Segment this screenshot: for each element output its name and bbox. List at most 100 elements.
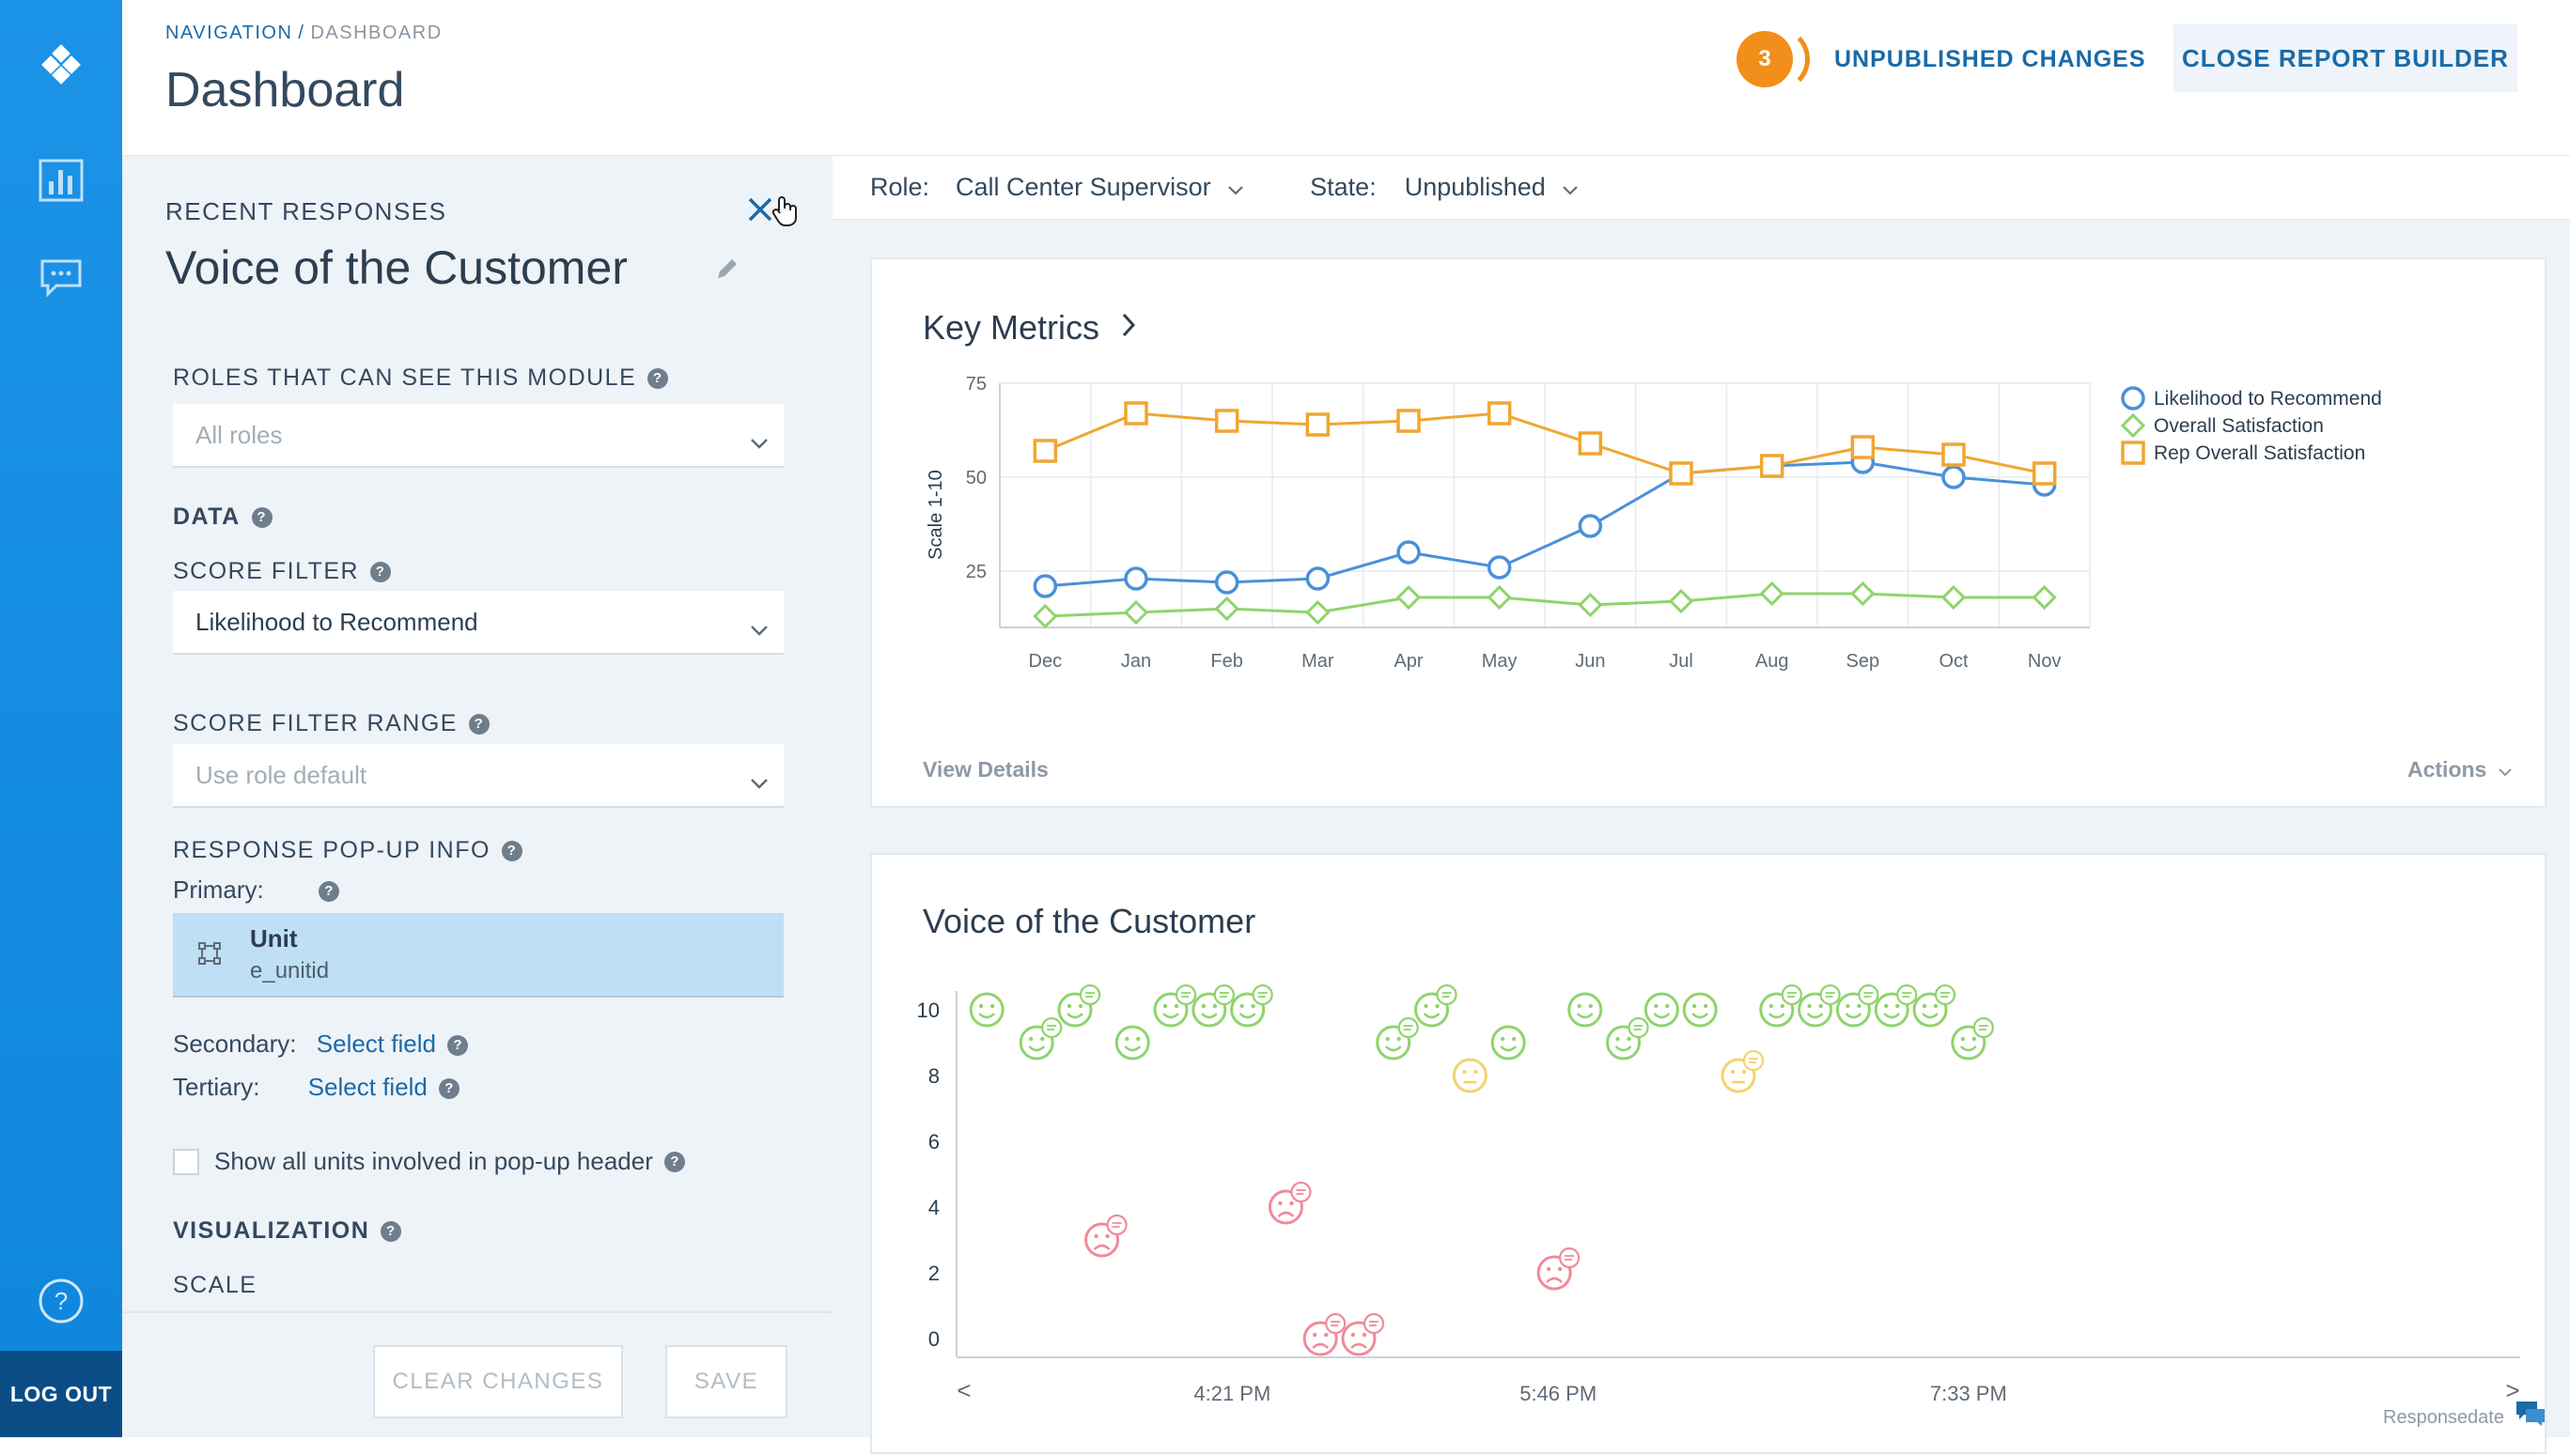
state-filter-select[interactable]: Unpublished <box>1405 173 1580 202</box>
close-report-builder-button[interactable]: CLOSE REPORT BUILDER <box>2173 24 2517 92</box>
data-point <box>1395 584 1422 611</box>
face-eye <box>989 1003 995 1009</box>
bar-chart-icon[interactable] <box>0 133 122 227</box>
help-icon[interactable]: ? <box>251 507 273 529</box>
face-eye <box>1807 1003 1812 1009</box>
x-tick-label: Nov <box>2028 651 2062 672</box>
show-units-checkbox[interactable] <box>173 1148 199 1175</box>
secondary-select-field-link[interactable]: Select field <box>317 1030 436 1058</box>
sad-face-icon[interactable] <box>1302 1312 1347 1356</box>
face-eye <box>1818 1003 1823 1009</box>
view-details-link[interactable]: View Details <box>923 757 1049 782</box>
sad-face-icon[interactable] <box>1536 1247 1581 1291</box>
score-filter-select[interactable]: Likelihood to Recommend <box>173 591 784 655</box>
happy-face-icon[interactable] <box>1490 1025 1526 1061</box>
neutral-face-icon[interactable] <box>1452 1058 1487 1093</box>
face-eye <box>1971 1036 1977 1042</box>
data-point <box>1396 540 1421 565</box>
bubble-outline <box>1436 984 1457 1006</box>
face-eye <box>1857 1003 1861 1009</box>
happy-face-icon[interactable] <box>1606 1016 1649 1061</box>
legend-marker <box>2121 441 2145 465</box>
score-range-select[interactable]: Use role default <box>173 744 784 808</box>
face-eye <box>1588 1003 1593 1009</box>
happy-face-icon[interactable] <box>1114 1025 1150 1061</box>
help-icon[interactable]: ? <box>446 1035 468 1057</box>
logo-diamond-icon[interactable] <box>0 0 122 130</box>
primary-label: Primary:? <box>173 875 339 905</box>
happy-face-icon[interactable] <box>1798 984 1841 1028</box>
chat-bubble-icon[interactable] <box>0 231 122 325</box>
sad-face-icon[interactable] <box>1268 1181 1312 1225</box>
roles-label-text: ROLES THAT CAN SEE THIS MODULE <box>173 364 637 391</box>
sad-face-icon[interactable] <box>1084 1214 1128 1258</box>
happy-face-icon[interactable] <box>1835 984 1879 1028</box>
tertiary-select-field-link[interactable]: Select field <box>308 1073 428 1101</box>
happy-face-icon[interactable] <box>1153 984 1197 1028</box>
x-tick-label: Jan <box>1121 651 1151 672</box>
state-filter-label: State: <box>1310 173 1377 201</box>
face-eye <box>1136 1036 1141 1042</box>
x-tick-label: 4:21 PM <box>1193 1382 1270 1405</box>
data-point <box>1941 465 1966 489</box>
happy-face-icon[interactable] <box>1414 984 1457 1028</box>
primary-field-card[interactable]: Unit e_unitid <box>173 913 784 998</box>
roles-select[interactable]: All roles <box>173 404 784 468</box>
actions-menu[interactable]: Actions <box>2407 757 2512 782</box>
visualization-label: VISUALIZATION? <box>173 1217 402 1245</box>
bubble-outline <box>1325 1312 1347 1335</box>
happy-face-icon[interactable] <box>1874 984 1918 1028</box>
face-eye <box>1960 1036 1966 1042</box>
voc-scatter-chart: 02468104:21 PM 5:46 PM 7:33 PM< > <box>917 984 2520 1405</box>
svg-text:?: ? <box>55 1287 68 1315</box>
y-tick-label: 2 <box>928 1262 940 1285</box>
happy-face-icon[interactable] <box>1912 984 1956 1028</box>
key-metrics-title[interactable]: Key Metrics <box>923 308 1137 348</box>
happy-face-icon[interactable] <box>969 992 1005 1028</box>
x-tick-label: Dec <box>1029 651 1063 672</box>
face-eye <box>1078 1003 1083 1009</box>
help-icon[interactable]: ? <box>501 841 522 862</box>
sad-face-icon[interactable] <box>1341 1312 1385 1356</box>
unpublished-changes[interactable]: 3 UNPUBLISHED CHANGES <box>1737 27 2146 91</box>
face-eye <box>1105 1233 1110 1239</box>
help-icon[interactable]: ? <box>468 714 490 736</box>
prev-arrow[interactable]: < <box>957 1376 971 1404</box>
clear-changes-button[interactable]: CLEAR CHANGES <box>373 1345 623 1418</box>
breadcrumb-navigation[interactable]: NAVIGATION <box>165 23 292 43</box>
comment-bubble-icon <box>1079 984 1101 1006</box>
help-icon[interactable]: ? <box>370 562 392 583</box>
happy-face-icon[interactable] <box>1019 1016 1063 1061</box>
help-icon[interactable]: ? <box>647 368 669 390</box>
edit-pencil-icon[interactable] <box>712 256 740 288</box>
happy-face-icon[interactable] <box>1643 992 1679 1028</box>
scale-label: SCALE <box>173 1272 257 1298</box>
logout-button[interactable]: LOG OUT <box>0 1351 122 1437</box>
happy-face-icon[interactable] <box>1192 984 1235 1028</box>
happy-face-icon[interactable] <box>1376 1016 1419 1061</box>
help-icon[interactable]: ? <box>318 881 339 903</box>
face-eye <box>1029 1036 1034 1042</box>
help-circle-icon[interactable]: ? <box>0 1254 122 1348</box>
chat-widget-icon[interactable] <box>2515 1400 2547 1433</box>
neutral-face-icon[interactable] <box>1721 1049 1765 1093</box>
happy-face-icon[interactable] <box>1230 984 1273 1028</box>
happy-face-icon[interactable] <box>1057 984 1101 1028</box>
help-icon[interactable]: ? <box>381 1221 402 1243</box>
happy-face-icon[interactable] <box>1759 984 1802 1028</box>
help-icon[interactable]: ? <box>663 1151 685 1172</box>
x-tick-label: Aug <box>1755 651 1789 672</box>
role-filter-select[interactable]: Call Center Supervisor <box>956 173 1244 202</box>
help-icon[interactable]: ? <box>438 1078 459 1100</box>
legend-label: Overall Satisfaction <box>2154 415 2324 437</box>
data-point <box>2032 461 2057 486</box>
face-outline <box>1490 1025 1526 1061</box>
save-button[interactable]: SAVE <box>665 1345 787 1418</box>
happy-face-icon[interactable] <box>1951 1016 1994 1061</box>
primary-field-name: Unit <box>250 924 298 953</box>
happy-face-icon[interactable] <box>1682 992 1718 1028</box>
happy-face-icon[interactable] <box>1567 992 1603 1028</box>
data-point <box>1305 412 1331 437</box>
bubble-outline <box>1858 984 1879 1006</box>
y-tick-label: 25 <box>966 562 987 582</box>
